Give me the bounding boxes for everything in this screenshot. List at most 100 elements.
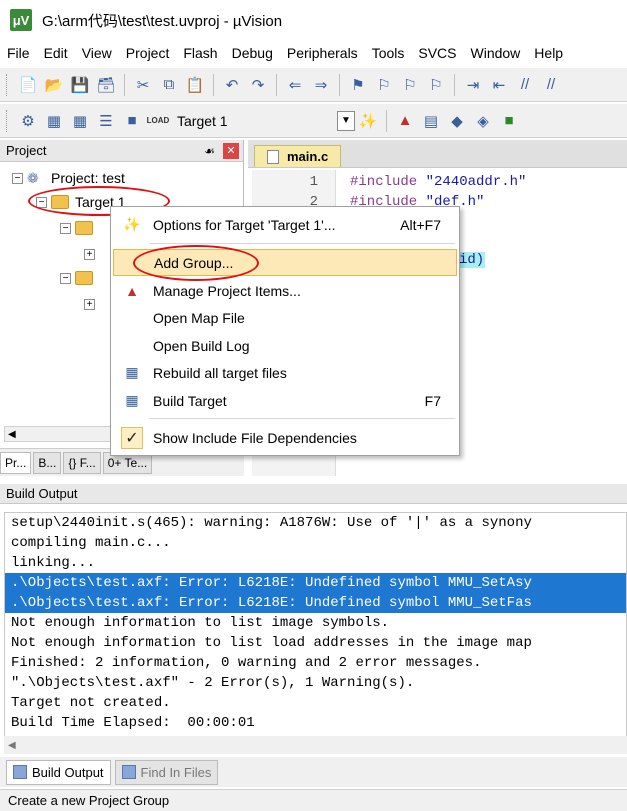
tree-item-group[interactable]: −: [60, 218, 99, 238]
tab-main-c[interactable]: main.c: [254, 145, 342, 167]
build-icon: ▦: [125, 392, 139, 408]
menu-view[interactable]: View: [75, 45, 119, 61]
output-line[interactable]: ".\Objects\test.axf" - 2 Error(s), 1 War…: [5, 673, 626, 693]
menu-project[interactable]: Project: [119, 45, 177, 61]
pin-icon[interactable]: ☙: [204, 144, 215, 158]
open-folder-icon[interactable]: 📂: [42, 73, 66, 97]
collapse-icon[interactable]: −: [12, 172, 23, 184]
output-line-error[interactable]: .\Objects\test.axf: Error: L6218E: Undef…: [5, 593, 626, 613]
tab-build-output[interactable]: Build Output: [6, 759, 111, 785]
output-line[interactable]: Build Time Elapsed: 00:00:01: [5, 713, 626, 733]
menu-item-show-include-deps[interactable]: ✓ Show Include File Dependencies: [113, 424, 457, 451]
menu-flash[interactable]: Flash: [176, 45, 224, 61]
tab-label: Build Output: [32, 764, 104, 780]
output-line[interactable]: Not enough information to list load addr…: [5, 633, 626, 653]
undo-icon[interactable]: ↶: [220, 73, 244, 97]
menu-item-build-target[interactable]: ▦ Build Target F7: [113, 387, 457, 414]
window-title: G:\arm代码\test\test.uvproj - µVision: [42, 12, 283, 30]
diamond-icon[interactable]: ◆: [445, 109, 469, 133]
comment-icon[interactable]: //: [513, 73, 537, 97]
output-line[interactable]: linking...: [5, 553, 626, 573]
output-line-error[interactable]: .\Objects\test.axf: Error: L6218E: Undef…: [5, 573, 626, 593]
menu-debug[interactable]: Debug: [225, 45, 280, 61]
tree-item-file[interactable]: +: [84, 244, 99, 264]
clear-bookmarks-icon[interactable]: ⚐: [424, 73, 448, 97]
stop-build-icon[interactable]: ■: [120, 109, 144, 133]
toolbar-divider: [454, 73, 455, 96]
output-line[interactable]: Target not created.: [5, 693, 626, 713]
batch-build-icon[interactable]: ☰: [94, 109, 118, 133]
download-load-icon[interactable]: LOAD: [146, 109, 170, 133]
rebuild-icon[interactable]: ▦: [68, 109, 92, 133]
output-line[interactable]: Finished: 2 information, 0 warning and 2…: [5, 653, 626, 673]
menu-item-add-group[interactable]: Add Group...: [113, 249, 457, 276]
collapse-icon[interactable]: −: [60, 272, 71, 284]
build-output-pane[interactable]: setup\2440init.s(465): warning: A1876W: …: [4, 512, 627, 740]
collapse-icon[interactable]: −: [60, 222, 71, 234]
bookmark-icon[interactable]: ⚑: [346, 73, 370, 97]
translate-icon[interactable]: ⚙: [16, 109, 40, 133]
menu-edit[interactable]: Edit: [37, 45, 75, 61]
output-line[interactable]: setup\2440init.s(465): warning: A1876W: …: [5, 513, 626, 533]
uncomment-icon[interactable]: //: [539, 73, 563, 97]
menu-peripherals[interactable]: Peripherals: [280, 45, 365, 61]
menu-svcs[interactable]: SVCS: [411, 45, 463, 61]
pack-installer-icon[interactable]: ◈: [471, 109, 495, 133]
toolbar-grip[interactable]: [6, 109, 9, 132]
next-bookmark-icon[interactable]: ⚐: [398, 73, 422, 97]
tab-functions[interactable]: {} F...: [63, 451, 101, 474]
copy-icon[interactable]: ⧉: [157, 73, 181, 97]
paste-icon[interactable]: 📋: [183, 73, 207, 97]
prev-bookmark-icon[interactable]: ⚐: [372, 73, 396, 97]
tab-find-in-files[interactable]: Find In Files: [114, 759, 219, 785]
code-keyword: #include: [350, 174, 426, 190]
toolbar-grip[interactable]: [6, 73, 9, 96]
menu-tools[interactable]: Tools: [365, 45, 412, 61]
collapse-icon[interactable]: −: [36, 196, 47, 208]
editor-tab-label: main.c: [287, 149, 329, 164]
cut-icon[interactable]: ✂: [131, 73, 155, 97]
tab-label: Find In Files: [140, 764, 212, 780]
expand-icon[interactable]: +: [84, 298, 95, 310]
close-icon[interactable]: ✕: [223, 142, 239, 159]
manage-items-icon[interactable]: ▲: [393, 109, 417, 133]
menu-item-options-for-target[interactable]: ✨ Options for Target 'Target 1'... Alt+F…: [113, 211, 457, 238]
target-select-value[interactable]: Target 1: [177, 113, 337, 129]
magic-wand-icon[interactable]: ✨: [356, 109, 380, 133]
menu-item-label: Show Include File Dependencies: [153, 429, 357, 446]
unindent-icon[interactable]: ⇤: [487, 73, 511, 97]
output-line[interactable]: Not enough information to list image sym…: [5, 613, 626, 633]
output-line[interactable]: compiling main.c...: [5, 533, 626, 553]
menu-window[interactable]: Window: [464, 45, 528, 61]
menu-item-open-map-file[interactable]: Open Map File: [113, 304, 457, 331]
menu-help[interactable]: Help: [527, 45, 570, 61]
menu-item-manage-project-items[interactable]: ▲ Manage Project Items...: [113, 277, 457, 304]
save-all-icon[interactable]: 🗃: [94, 73, 118, 97]
output-hscrollbar[interactable]: ◀: [4, 736, 627, 754]
tree-item-group[interactable]: −: [60, 268, 99, 288]
code-string: "2440addr.h": [425, 174, 527, 190]
nav-forward-icon[interactable]: ⇒: [309, 73, 333, 97]
menu-item-open-build-log[interactable]: Open Build Log: [113, 332, 457, 359]
menu-item-rebuild-all[interactable]: ▦ Rebuild all target files: [113, 359, 457, 386]
save-icon[interactable]: 💾: [68, 73, 92, 97]
nav-back-icon[interactable]: ⇐: [283, 73, 307, 97]
build-output-header: Build Output: [0, 484, 627, 504]
uvision-logo-icon: μV: [10, 9, 32, 31]
indent-icon[interactable]: ⇥: [461, 73, 485, 97]
tree-item-file[interactable]: +: [84, 294, 99, 314]
stack-icon[interactable]: ▤: [419, 109, 443, 133]
expand-icon[interactable]: +: [84, 248, 95, 260]
new-file-icon[interactable]: 📄: [16, 73, 40, 97]
code-line[interactable]: 1 #include "2440addr.h": [248, 172, 627, 192]
tab-project[interactable]: Pr...: [0, 451, 32, 474]
tab-books[interactable]: B...: [33, 451, 62, 474]
tree-root-project[interactable]: − ❁ Project: test: [12, 168, 125, 188]
menu-file[interactable]: File: [0, 45, 37, 61]
component-icon[interactable]: ■: [497, 109, 521, 133]
menu-item-label: Open Map File: [153, 309, 245, 326]
menu-item-label: Open Build Log: [153, 337, 250, 354]
chevron-down-icon[interactable]: ▼: [337, 110, 355, 131]
build-icon[interactable]: ▦: [42, 109, 66, 133]
redo-icon[interactable]: ↷: [246, 73, 270, 97]
